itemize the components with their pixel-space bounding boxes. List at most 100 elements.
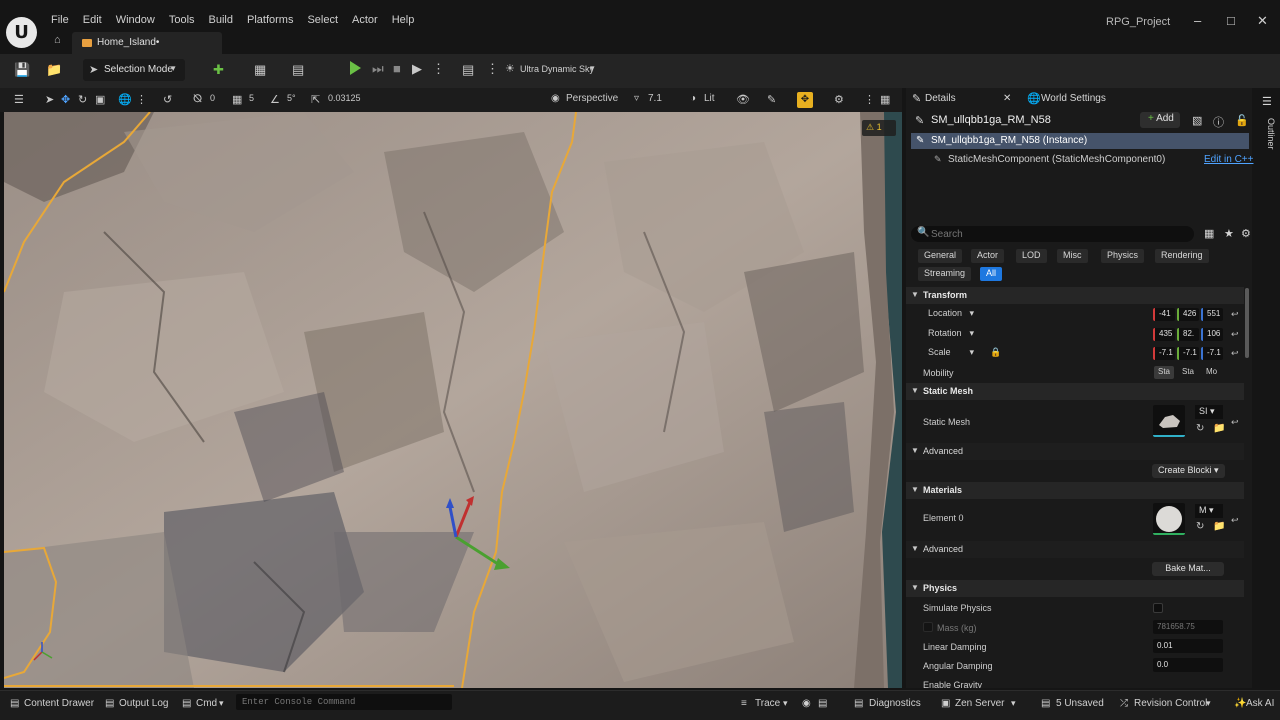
cinematics-icon[interactable]: ▤ <box>292 62 304 78</box>
hamburger-icon[interactable]: ☰ <box>14 93 24 106</box>
details-search[interactable]: 🔍 <box>911 226 1194 242</box>
world-icon[interactable]: 🌐 <box>118 93 132 106</box>
create-blocking-button[interactable]: Create Blocki ▾ <box>1152 464 1225 478</box>
material-thumbnail[interactable] <box>1153 503 1185 535</box>
rotation-dropdown[interactable]: Rotation ▾ <box>923 327 979 341</box>
rotation-z-field[interactable]: 106 <box>1201 328 1223 341</box>
angle-snap-icon[interactable]: ∠ <box>270 93 280 106</box>
mobility-static[interactable]: Sta <box>1154 366 1175 379</box>
menu-build[interactable]: Build <box>202 14 240 26</box>
ask-ai-button[interactable]: Ask AI <box>1246 698 1274 709</box>
more-icon[interactable]: ⋮ <box>136 93 147 106</box>
filter-misc[interactable]: Misc <box>1057 249 1088 263</box>
settings-icon[interactable]: ⚙ <box>1241 227 1251 240</box>
show-flags-icon[interactable]: 👁 <box>736 93 750 106</box>
add-content-icon[interactable]: ✚ <box>213 62 224 78</box>
tab-details[interactable]: Details <box>925 93 956 104</box>
rotation-y-field[interactable]: 82. <box>1177 328 1199 341</box>
material-picker-dropdown[interactable]: M ▾ <box>1195 504 1223 518</box>
menu-platforms[interactable]: Platforms <box>240 14 300 26</box>
save-icon[interactable]: 💾 <box>14 62 30 78</box>
menu-tools[interactable]: Tools <box>162 14 202 26</box>
instance-row[interactable]: ✎ SM_ullqbb1ga_RM_N58 (Instance) <box>911 133 1249 149</box>
minimize-icon[interactable]: – <box>1194 13 1201 28</box>
rotation-x-field[interactable]: 435 <box>1153 328 1175 341</box>
location-snap-icon[interactable]: ▦ <box>232 93 242 106</box>
mobility-movable[interactable]: Mo <box>1202 366 1221 379</box>
scale-z-field[interactable]: -7.1 <box>1201 347 1223 360</box>
bake-materials-button[interactable]: Bake Mat... <box>1152 562 1224 576</box>
physics-section[interactable]: ▼ Physics <box>906 580 1244 597</box>
content-drawer-button[interactable]: Content Drawer <box>24 698 94 709</box>
use-selected-icon[interactable]: ↻ <box>1196 423 1204 434</box>
scale-tool-icon[interactable]: ▣ <box>95 93 105 106</box>
cmd-dropdown[interactable]: Cmd <box>196 698 217 709</box>
menu-edit[interactable]: Edit <box>76 14 109 26</box>
scale-snap-value[interactable]: 0.03125 <box>328 93 361 103</box>
materials-section[interactable]: ▼ Materials <box>906 482 1244 499</box>
menu-window[interactable]: Window <box>109 14 162 26</box>
record-icon[interactable]: ◉ <box>802 698 811 709</box>
reset-icon[interactable]: ↩ <box>1231 348 1239 359</box>
stop-icon[interactable]: ■ <box>393 61 401 76</box>
fov-value[interactable]: 7.1 <box>648 93 662 104</box>
home-icon[interactable]: ⌂ <box>54 34 61 46</box>
warning-badge[interactable]: ⚠ 1 <box>862 120 896 136</box>
more-icon[interactable]: ⋮ <box>864 93 875 106</box>
output-log-button[interactable]: Output Log <box>119 698 168 709</box>
blueprint-icon[interactable]: ▧ <box>1192 114 1202 127</box>
browse-asset-icon[interactable]: 📁 <box>1213 521 1225 532</box>
unreal-logo-icon[interactable] <box>6 17 37 48</box>
mesh-thumbnail[interactable] <box>1153 405 1185 437</box>
component-row[interactable]: StaticMeshComponent (StaticMeshComponent… <box>948 154 1165 165</box>
play-options-icon[interactable]: ▶ <box>412 61 422 77</box>
sky-dropdown[interactable]: Ultra Dynamic Sky <box>520 64 594 74</box>
location-z-field[interactable]: 551 <box>1201 308 1223 321</box>
revision-control-dropdown[interactable]: Revision Control <box>1134 698 1207 709</box>
unsaved-button[interactable]: 5 Unsaved <box>1056 698 1104 709</box>
reset-icon[interactable]: ↩ <box>1231 515 1239 526</box>
help-icon[interactable]: ⓘ <box>1213 114 1224 130</box>
perspective-dropdown[interactable]: Perspective <box>566 93 618 104</box>
browse-icon[interactable]: 📁 <box>46 62 62 78</box>
lock-icon[interactable]: 🔓 <box>1235 114 1249 127</box>
filter-lod[interactable]: LOD <box>1016 249 1047 263</box>
grid-snap-icon[interactable]: ⦰ <box>193 93 202 106</box>
console-input[interactable] <box>242 695 446 709</box>
simulate-physics-checkbox[interactable] <box>1153 603 1163 613</box>
mesh-advanced-section[interactable]: ▼ Advanced <box>906 443 1244 460</box>
scale-dropdown[interactable]: Scale ▾ <box>923 346 979 360</box>
edit-in-cpp-link[interactable]: Edit in C++ <box>1204 154 1253 165</box>
menu-select[interactable]: Select <box>300 14 345 26</box>
filter-general[interactable]: General <box>918 249 963 263</box>
materials-advanced-section[interactable]: ▼ Advanced <box>906 541 1244 558</box>
location-x-field[interactable]: -41 <box>1153 308 1175 321</box>
surface-snap-icon[interactable]: ↺ <box>163 93 172 106</box>
filter-physics[interactable]: Physics <box>1101 249 1145 263</box>
gizmo-icon[interactable]: ✥ <box>797 92 813 108</box>
rotate-snap-value[interactable]: 0 <box>210 93 215 103</box>
favorites-icon[interactable]: ★ <box>1224 227 1234 240</box>
level-tab[interactable]: Home_Island• <box>72 32 222 54</box>
menu-actor[interactable]: Actor <box>345 14 385 26</box>
mobility-stationary[interactable]: Sta <box>1178 366 1198 379</box>
add-component-button[interactable]: + Add <box>1140 112 1180 128</box>
browse-asset-icon[interactable]: 📁 <box>1213 423 1225 434</box>
outliner-tab[interactable]: Outliner <box>1258 118 1276 150</box>
trace-dropdown[interactable]: Trace <box>755 698 780 709</box>
tab-world-settings[interactable]: World Settings <box>1041 93 1106 104</box>
mesh-picker-dropdown[interactable]: SI ▾ <box>1195 405 1223 419</box>
select-tool-icon[interactable]: ➤ <box>45 93 54 106</box>
scale-snap-icon[interactable]: ⇱ <box>311 93 320 106</box>
search-input[interactable] <box>931 227 1181 241</box>
close-tab-icon[interactable]: ✕ <box>1003 93 1011 104</box>
close-icon[interactable]: ✕ <box>1257 13 1268 29</box>
angle-snap-value[interactable]: 5° <box>287 93 296 103</box>
view-mode-dropdown[interactable]: Lit <box>704 93 715 104</box>
layout-icon[interactable]: ▦ <box>880 93 890 106</box>
filter-all[interactable]: All <box>980 267 1003 281</box>
mass-override-checkbox[interactable] <box>923 622 933 632</box>
filter-actor[interactable]: Actor <box>971 249 1005 263</box>
platforms-icon[interactable]: ▤ <box>462 62 474 78</box>
move-tool-icon[interactable]: ✥ <box>61 93 70 106</box>
